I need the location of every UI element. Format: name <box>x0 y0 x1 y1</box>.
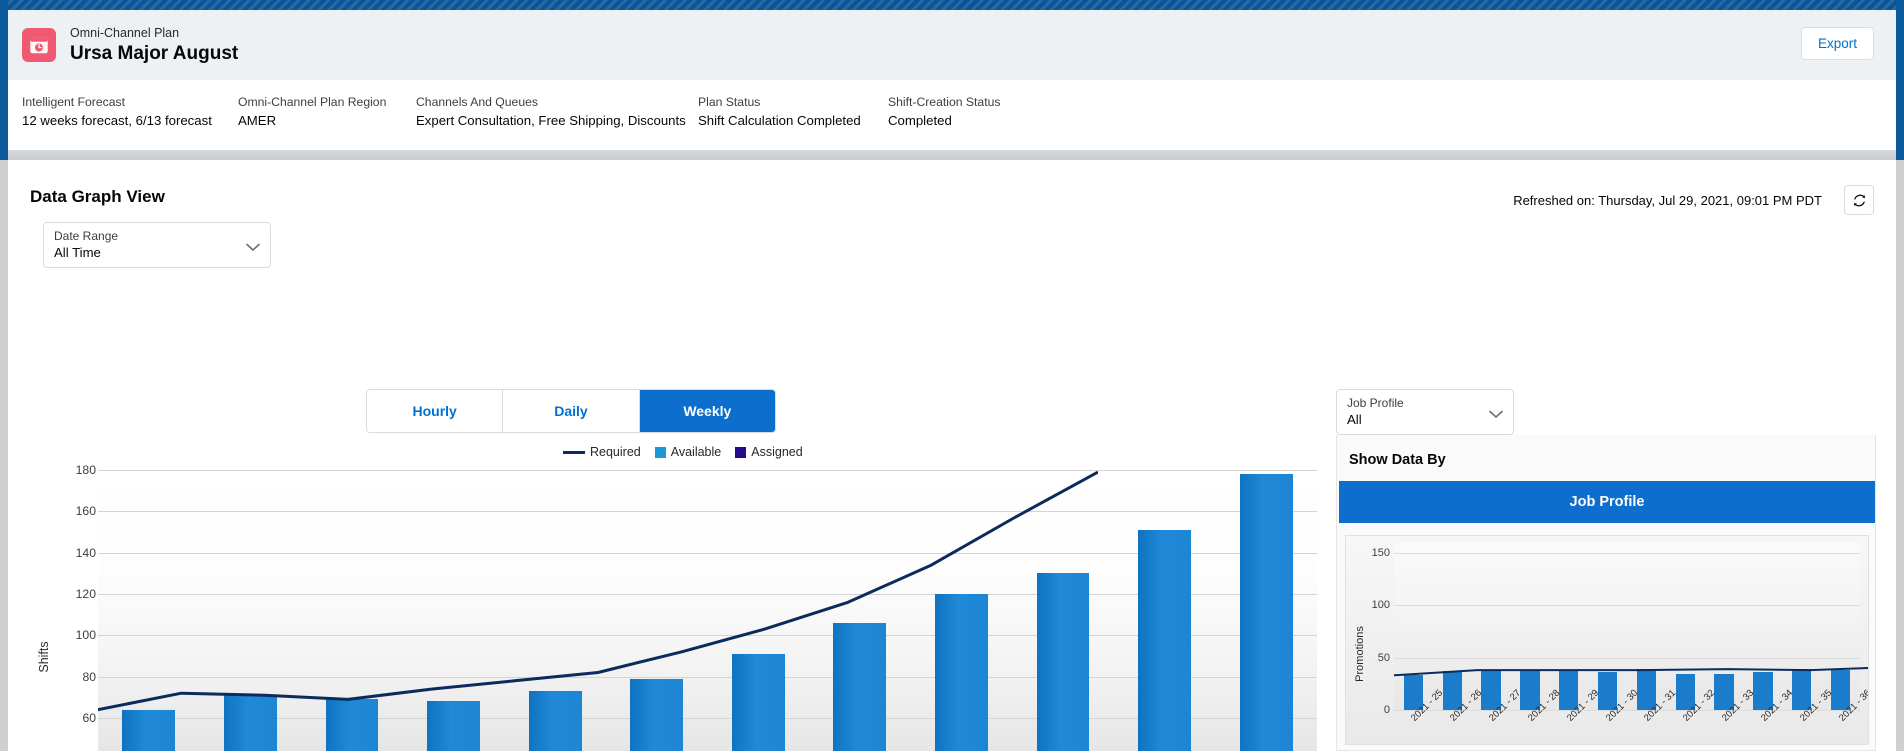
header-field-2: Channels And Queues Expert Consultation, … <box>416 94 698 130</box>
field-label: Shift-Creation Status <box>888 95 1001 109</box>
job-profile-select[interactable]: Job Profile All <box>1336 389 1514 435</box>
show-data-by-title: Show Data By <box>1349 452 1446 468</box>
y-tick-label: 150 <box>1371 546 1390 559</box>
field-value: AMER <box>238 113 277 128</box>
bar[interactable] <box>1138 529 1192 751</box>
y-tick-label: 120 <box>75 587 96 601</box>
legend-label: Assigned <box>751 445 803 459</box>
calendar-clock-icon <box>22 28 56 62</box>
date-range-value: All Time <box>54 245 101 260</box>
legend-item-assigned: Assigned <box>735 445 803 459</box>
job-profile-label: Job Profile <box>1347 396 1404 410</box>
main-chart-y-axis-label: Shifts <box>37 641 51 673</box>
browser-chrome-top <box>0 0 1904 10</box>
date-range-label: Date Range <box>54 229 119 243</box>
tab-daily[interactable]: Daily <box>503 390 640 432</box>
promotions-y-axis-label: Promotions <box>1354 626 1366 682</box>
chart-legend: Required Available Assigned <box>563 445 803 459</box>
app-root: Omni-Channel Plan Ursa Major August Expo… <box>0 0 1904 751</box>
main-chart-required-line <box>98 470 1098 751</box>
field-value: Shift Calculation Completed <box>698 113 861 128</box>
field-label: Channels And Queues <box>416 95 538 109</box>
chevron-down-icon <box>1489 406 1503 424</box>
y-tick-label: 100 <box>1371 599 1390 611</box>
y-tick-label: 180 <box>75 463 96 477</box>
y-tick-label: 60 <box>82 711 96 725</box>
legend-marker-required-icon <box>563 450 585 454</box>
y-tick-label: 50 <box>1377 651 1390 664</box>
y-tick-label: 160 <box>75 504 96 519</box>
job-profile-button[interactable]: Job Profile <box>1339 481 1875 523</box>
header-field-0: Intelligent Forecast 12 weeks forecast, 6… <box>22 94 238 130</box>
legend-marker-assigned-icon <box>735 446 747 458</box>
refresh-icon <box>1853 194 1865 206</box>
chevron-down-icon <box>246 239 260 257</box>
y-tick-label: 140 <box>75 545 96 560</box>
main-chart: Shifts 020406080100120140160180 2021 - 2… <box>8 460 1333 751</box>
field-label: Intelligent Forecast <box>22 95 125 109</box>
browser-chrome-left <box>0 0 8 160</box>
legend-label: Required <box>590 445 641 459</box>
browser-chrome-right <box>1896 0 1904 160</box>
export-button[interactable]: Export <box>1800 27 1874 60</box>
record-field-row: Intelligent Forecast 12 weeks forecast, 6… <box>8 80 1896 150</box>
record-titles: Omni-Channel Plan Ursa Major August <box>70 25 238 66</box>
field-value: Completed <box>888 113 952 128</box>
field-value: 12 weeks forecast, 6/13 forecast <box>22 113 212 128</box>
legend-item-required: Required <box>563 445 641 459</box>
date-range-select[interactable]: Date Range All Time <box>43 222 271 268</box>
field-label: Omni-Channel Plan Region <box>238 95 387 109</box>
page-title: Ursa Major August <box>70 42 239 64</box>
refreshed-timestamp: Refreshed on: Thursday, Jul 29, 2021, 09… <box>1513 193 1822 208</box>
job-profile-value: All <box>1347 412 1362 427</box>
main-content: Data Graph View Refreshed on: Thursday, … <box>0 160 1904 751</box>
granularity-tab-group[interactable]: Hourly Daily Weekly <box>366 389 776 433</box>
record-header: Omni-Channel Plan Ursa Major August Expo… <box>8 10 1896 150</box>
field-value: Expert Consultation, Free Shipping, Disc… <box>416 113 686 128</box>
y-tick-label: 0 <box>1383 704 1390 716</box>
promotions-required-line <box>1394 542 1869 710</box>
refresh-button[interactable] <box>1844 185 1874 215</box>
legend-marker-available-icon <box>654 446 666 458</box>
record-object-label: Omni-Channel Plan <box>70 25 180 40</box>
promotions-chart: Promotions 0 50 100 150 2021 - 25 2021 - 26 2… <box>1345 535 1869 745</box>
tab-hourly[interactable]: Hourly <box>367 390 504 432</box>
y-tick-label: 80 <box>82 669 96 684</box>
header-field-4: Shift-Creation Status Completed <box>888 94 1088 130</box>
bar[interactable] <box>1239 474 1293 751</box>
section-title-graph: Data Graph View <box>30 187 165 206</box>
header-field-1: Omni-Channel Plan Region AMER <box>238 94 416 130</box>
tab-weekly[interactable]: Weekly <box>639 390 775 432</box>
show-data-by-panel: Show Data By Job Profile Promotions 0 50 1… <box>1336 435 1876 751</box>
data-graph-card: Data Graph View Refreshed on: Thursday, … <box>8 160 1896 751</box>
legend-item-available: Available <box>654 445 722 459</box>
header-field-3: Plan Status Shift Calculation Completed <box>698 94 888 130</box>
y-tick-label: 100 <box>75 628 96 643</box>
field-label: Plan Status <box>698 95 761 109</box>
legend-label: Available <box>670 445 722 459</box>
record-header-top: Omni-Channel Plan Ursa Major August Expo… <box>8 10 1896 80</box>
